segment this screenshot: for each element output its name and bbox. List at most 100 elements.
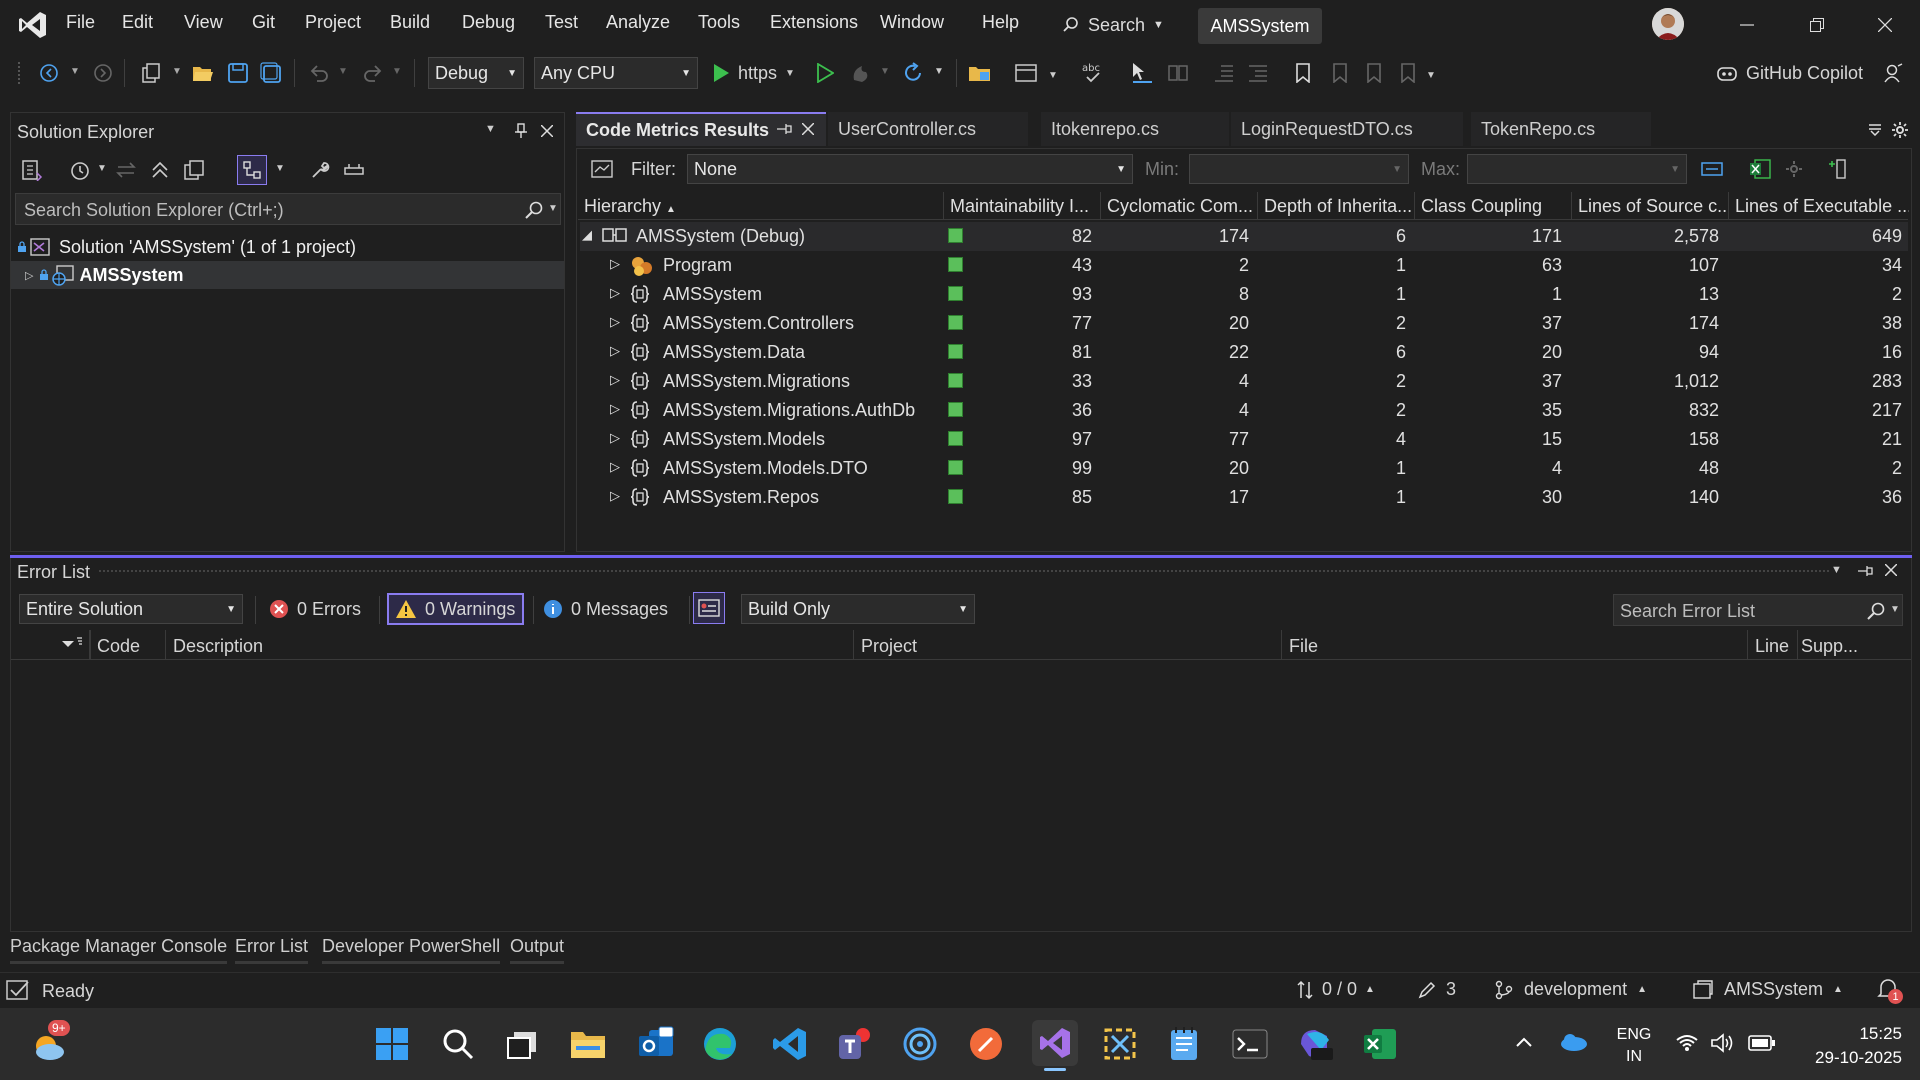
min-select[interactable]: ▼ [1189,154,1409,184]
metrics-row[interactable]: ▷ AMSSystem.Migrations 33 4 2 37 1,012 283 [580,367,1908,396]
metrics-row[interactable]: ▷ AMSSystem.Controllers 77 20 2 37 174 38 [580,309,1908,338]
expand-arrow-icon[interactable]: ▷ [610,401,620,417]
expand-arrow-icon[interactable]: ▷ [610,372,620,388]
chevron-down-icon[interactable]: ▼ [338,66,348,77]
scope-select[interactable]: Entire Solution ▼ [19,594,243,624]
project-badge[interactable]: AMSSystem [1198,8,1322,44]
tab-output[interactable]: Output [510,936,565,964]
menu-item-analyze[interactable]: Analyze [606,12,670,33]
solution-search-input[interactable]: Search Solution Explorer (Ctrl+;) ▼ [15,193,561,225]
file-explorer-icon[interactable] [568,1024,608,1064]
notifications-bell-icon[interactable]: 1 [1876,977,1904,1005]
properties-wrench-icon[interactable] [307,157,333,183]
metrics-row[interactable]: ▷ AMSSystem.Models 97 77 4 15 158 21 [580,425,1908,454]
browse-folder-icon[interactable] [966,60,994,86]
close-icon[interactable] [537,121,557,141]
show-issues-icon[interactable] [693,592,725,624]
menu-item-build[interactable]: Build [390,12,430,33]
chevron-down-icon[interactable]: ▼ [172,66,182,77]
chevron-down-icon[interactable]: ▼ [97,163,107,174]
tab-usercontroller[interactable]: UserController.cs [828,112,1028,146]
new-project-icon[interactable] [138,60,164,86]
settings-gear-icon[interactable] [1781,157,1807,181]
warnings-filter-button[interactable]: 0 Warnings [387,593,524,625]
expand-arrow-icon[interactable]: ▷ [610,343,620,359]
column-header-executable-lines[interactable]: Lines of Executable ... [1729,192,1909,220]
sync-with-active-document-icon[interactable] [113,157,139,183]
column-header-description[interactable]: Description [173,636,263,657]
metrics-row[interactable]: ▷ AMSSystem.Migrations.AuthDb 36 4 2 35 832 217 [580,396,1908,425]
account-icon[interactable] [1880,60,1906,86]
restore-icon[interactable] [1800,10,1834,40]
pin-icon[interactable] [1857,564,1873,578]
tab-loginrequestdto[interactable]: LoginRequestDTO.cs [1231,112,1463,146]
pin-icon[interactable] [511,121,531,141]
previous-bookmark-icon[interactable] [1326,60,1352,86]
chevron-down-icon[interactable]: ▼ [70,66,80,77]
column-header-code[interactable]: Code [97,636,140,657]
branch-status[interactable]: development ▲ [1494,979,1647,1000]
max-select[interactable]: ▼ [1467,154,1687,184]
tab-package-manager-console[interactable]: Package Manager Console [10,936,228,964]
metrics-row[interactable]: ▷ AMSSystem.Data 81 22 6 20 94 16 [580,338,1908,367]
copilot-app-icon[interactable] [900,1024,940,1064]
spell-check-icon[interactable]: abc [1080,60,1108,86]
collapse-all-icon[interactable] [147,157,173,183]
clock[interactable]: 15:25 29-10-2025 [1796,1022,1902,1070]
column-header-source-lines[interactable]: Lines of Source c... [1572,192,1729,220]
add-column-icon[interactable] [1825,157,1851,181]
input-language[interactable]: ENG IN [1612,1024,1656,1068]
restart-icon[interactable] [900,60,926,86]
toolbar-overflow-icon[interactable]: ▼ [1426,70,1436,81]
column-header-suppression[interactable]: Supp... [1801,636,1858,657]
window-layout-icon[interactable] [1012,60,1040,86]
errors-filter-button[interactable]: 0 Errors [269,594,361,624]
bookmark-icon[interactable] [1290,60,1316,86]
tab-overflow-icon[interactable] [1868,124,1882,136]
column-header-line[interactable]: Line [1755,636,1789,657]
volume-icon[interactable] [1710,1032,1736,1054]
expand-arrow-icon[interactable]: ▷ [610,314,620,330]
expand-arrow-icon[interactable]: ▷ [610,488,620,504]
build-filter-select[interactable]: Build Only ▼ [741,594,975,624]
chevron-down-icon[interactable]: ▼ [880,66,890,77]
repository-status[interactable]: AMSSystem ▲ [1692,979,1843,1000]
tab-tokenrepo[interactable]: TokenRepo.cs [1471,112,1651,146]
column-header-depth[interactable]: Depth of Inherita... [1258,192,1415,220]
show-hidden-icons-chevron-icon[interactable] [1515,1036,1533,1048]
switch-views-icon[interactable] [19,157,45,183]
expand-arrow-icon[interactable]: ▷ [610,430,620,446]
export-to-excel-icon[interactable] [1747,157,1773,181]
menu-item-debug[interactable]: Debug [462,12,515,33]
menu-item-tools[interactable]: Tools [698,12,740,33]
column-header-maintainability[interactable]: Maintainability I... [944,192,1101,220]
menu-item-git[interactable]: Git [252,12,275,33]
excel-icon[interactable] [1360,1024,1400,1064]
metrics-row[interactable]: ▷ AMSSystem.Models.DTO 99 20 1 4 48 2 [580,454,1908,483]
edge-browser-icon[interactable] [700,1024,740,1064]
collapse-arrow-icon[interactable]: ◢ [582,227,592,243]
column-header-file[interactable]: File [1289,636,1318,657]
save-icon[interactable] [225,60,251,86]
filter-select[interactable]: None ▼ [687,154,1133,184]
toggle-view-icon[interactable] [1164,60,1192,86]
pending-edits-status[interactable]: 3 [1418,979,1456,1000]
menu-item-edit[interactable]: Edit [122,12,153,33]
apply-filter-icon[interactable] [1699,157,1725,181]
tab-error-list[interactable]: Error List [235,936,309,964]
avatar[interactable] [1652,8,1684,40]
visual-studio-taskbar-icon[interactable] [1032,1020,1078,1066]
weather-widget-icon[interactable]: 9+ [28,1020,70,1064]
close-icon[interactable] [802,123,814,135]
menu-item-help[interactable]: Help [982,12,1019,33]
sort-filter-icon[interactable] [61,636,83,652]
chevron-down-icon[interactable]: ▼ [1048,70,1058,81]
microsoft-365-icon[interactable] [1296,1024,1336,1064]
select-element-icon[interactable] [1128,60,1156,86]
error-search-input[interactable]: Search Error List ▼ [1613,594,1903,626]
menu-item-view[interactable]: View [184,12,223,33]
menu-item-file[interactable]: File [66,12,95,33]
metrics-row[interactable]: ◢ AMSSystem (Debug) 82 174 6 171 2,578 649 [580,222,1908,251]
expand-arrow-icon[interactable]: ▷ [610,459,620,475]
metrics-row[interactable]: ▷ AMSSystem.Repos 85 17 1 30 140 36 [580,483,1908,512]
